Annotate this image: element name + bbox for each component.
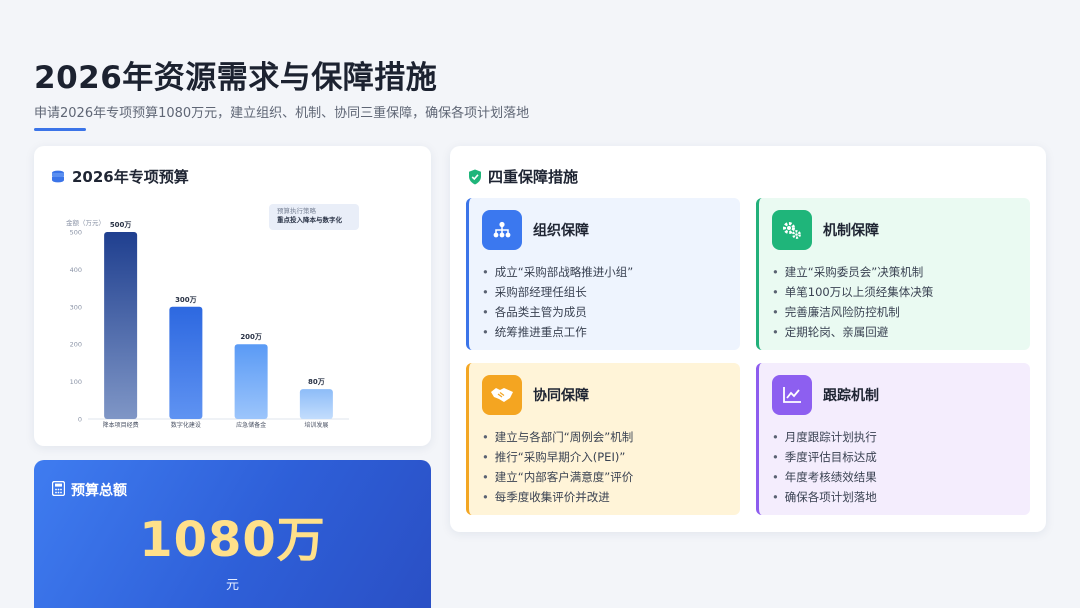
measure-header: 跟踪机制 (772, 375, 879, 415)
list-item: 统筹推进重点工作 (482, 322, 633, 342)
x-tick-label: 降本项目经费 (103, 421, 139, 429)
measure-tracking: 跟踪机制 月度跟踪计划执行 季度评估目标达成 年度考核绩效结果 确保各项计划落地 (756, 363, 1030, 515)
list-item: 采购部经理任组长 (482, 282, 633, 302)
bar-value-label: 80万 (308, 378, 325, 386)
measure-title: 组织保障 (533, 223, 589, 239)
measure-header: 机制保障 (772, 210, 879, 250)
measure-mechanism: 机制保障 建立“采购委员会”决策机制 单笔100万以上须经集体决策 完善廉洁风险… (756, 198, 1030, 350)
measures-heading-text: 四重保障措施 (488, 168, 579, 186)
list-item: 建立与各部门“周例会”机制 (482, 427, 633, 447)
list-item: 季度评估目标达成 (772, 447, 877, 467)
y-axis-label: 金额（万元） (66, 218, 105, 227)
list-item: 每季度收集评价并改进 (482, 487, 633, 507)
bar-value-label: 300万 (175, 296, 197, 304)
measure-list: 成立“采购部战略推进小组” 采购部经理任组长 各品类主管为成员 统筹推进重点工作 (482, 262, 633, 342)
page-subtitle: 申请2026年专项预算1080万元，建立组织、机制、协同三重保障，确保各项计划落… (34, 106, 530, 121)
list-item: 单笔100万以上须经集体决策 (772, 282, 933, 302)
bar (299, 389, 333, 419)
measure-header: 协同保障 (482, 375, 589, 415)
measure-header: 组织保障 (482, 210, 589, 250)
shield-check-icon (468, 169, 482, 185)
list-item: 年度考核绩效结果 (772, 467, 877, 487)
list-item: 建立“内部客户满意度”评价 (482, 467, 633, 487)
page-title: 2026年资源需求与保障措施 (34, 60, 438, 96)
x-tick-label: 数字化建设 (171, 421, 201, 429)
list-item: 定期轮岗、亲属回避 (772, 322, 933, 342)
bar (104, 232, 138, 419)
measures-card: 四重保障措施 组织保障 成立“采购部战略推进小组” 采购部经理任组长 各品类主管… (450, 146, 1046, 532)
y-tick-label: 0 (78, 416, 82, 424)
measure-list: 月度跟踪计划执行 季度评估目标达成 年度考核绩效结果 确保各项计划落地 (772, 427, 877, 507)
total-heading: 预算总额 (51, 480, 127, 500)
budget-chart-card: 2026年专项预算 金额（万元） 0 100 200 300 400 500 500万 降本项目… (34, 146, 431, 446)
chart-note: 预算执行策略 重点投入降本与数字化 (269, 204, 359, 230)
list-item: 各品类主管为成员 (482, 302, 633, 322)
list-item: 成立“采购部战略推进小组” (482, 262, 633, 282)
title-underline (34, 128, 86, 131)
list-item: 建立“采购委员会”决策机制 (772, 262, 933, 282)
x-tick-label: 应急储备金 (236, 421, 266, 429)
measure-title: 机制保障 (823, 223, 879, 239)
x-tick-label: 培训发展 (304, 421, 328, 429)
total-budget-card: 预算总额 1080万 元 (34, 460, 431, 608)
bar-value-label: 200万 (240, 333, 262, 341)
total-unit: 元 (225, 578, 239, 593)
measure-collaboration: 协同保障 建立与各部门“周例会”机制 推行“采购早期介入(PEI)” 建立“内部… (466, 363, 740, 515)
y-tick-label: 400 (70, 266, 82, 274)
calculator-icon (51, 480, 66, 500)
bar (169, 306, 203, 419)
y-tick-label: 200 (70, 341, 82, 349)
trend-chart-icon (772, 375, 812, 415)
handshake-icon (482, 375, 522, 415)
list-item: 完善廉洁风险防控机制 (772, 302, 933, 322)
y-tick-label: 300 (70, 303, 82, 311)
list-item: 月度跟踪计划执行 (772, 427, 877, 447)
budget-bar-chart: 金额（万元） 0 100 200 300 400 500 500万降本项目经费 300万数字化建… (66, 218, 349, 429)
chart-note-text: 重点投入降本与数字化 (277, 216, 342, 224)
chart-note-title: 预算执行策略 (277, 207, 316, 215)
measures-heading: 四重保障措施 (468, 166, 578, 187)
measure-list: 建立“采购委员会”决策机制 单笔100万以上须经集体决策 完善廉洁风险防控机制 … (772, 262, 933, 342)
measure-list: 建立与各部门“周例会”机制 推行“采购早期介入(PEI)” 建立“内部客户满意度… (482, 427, 633, 507)
bar-value-label: 500万 (110, 221, 132, 229)
list-item: 确保各项计划落地 (772, 487, 877, 507)
bar (234, 344, 268, 419)
gears-icon (772, 210, 812, 250)
total-heading-text: 预算总额 (71, 483, 127, 499)
measure-org: 组织保障 成立“采购部战略推进小组” 采购部经理任组长 各品类主管为成员 统筹推… (466, 198, 740, 350)
org-chart-icon (482, 210, 522, 250)
measure-title: 协同保障 (533, 388, 589, 404)
y-tick-label: 500 (70, 229, 82, 237)
measure-title: 跟踪机制 (823, 388, 879, 404)
total-amount: 1080万 (139, 512, 326, 568)
list-item: 推行“采购早期介入(PEI)” (482, 447, 633, 467)
y-tick-label: 100 (70, 378, 82, 386)
